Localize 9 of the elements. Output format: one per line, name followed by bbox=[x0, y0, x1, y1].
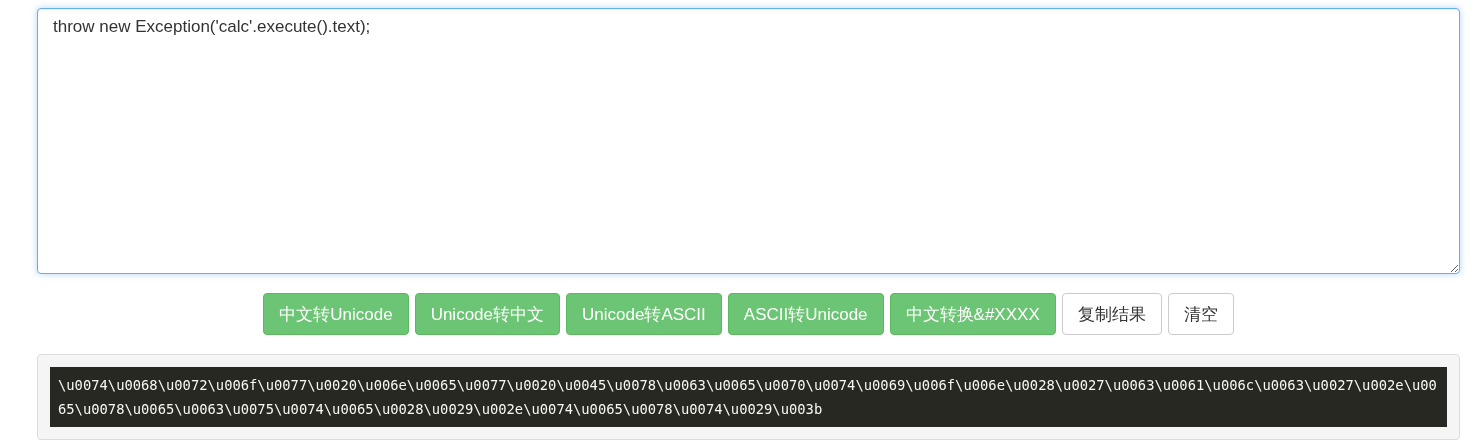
convert-button[interactable]: Unicode转ASCII bbox=[566, 293, 722, 335]
input-textarea[interactable]: throw new Exception('calc'.execute().text); bbox=[37, 8, 1460, 274]
convert-button[interactable]: 复制结果 bbox=[1061, 293, 1162, 335]
convert-button[interactable]: 中文转换&#XXXX bbox=[889, 293, 1056, 335]
convert-button[interactable]: 清空 bbox=[1167, 293, 1234, 335]
convert-button[interactable]: ASCII转Unicode bbox=[727, 293, 884, 335]
convert-button[interactable]: Unicode转中文 bbox=[414, 293, 560, 335]
result-text: \u0074\u0068\u0072\u006f\u0077\u0020\u006e\u0065\u0077\u0020\u0045\u0078\u0063\u0065\u0070\u0074\u0069\u006f\u006e\u0028\u0027\u0063\u0061\u006c\u0063\u0027\u002e\u0065\u0078\u0065\u0063\u0075\u0074\u0065\u0028\u0029\u002e\u0074\u0065\u0078\u0074\u0029\u003b bbox=[50, 367, 1447, 427]
convert-button[interactable]: 中文转Unicode bbox=[263, 293, 409, 335]
